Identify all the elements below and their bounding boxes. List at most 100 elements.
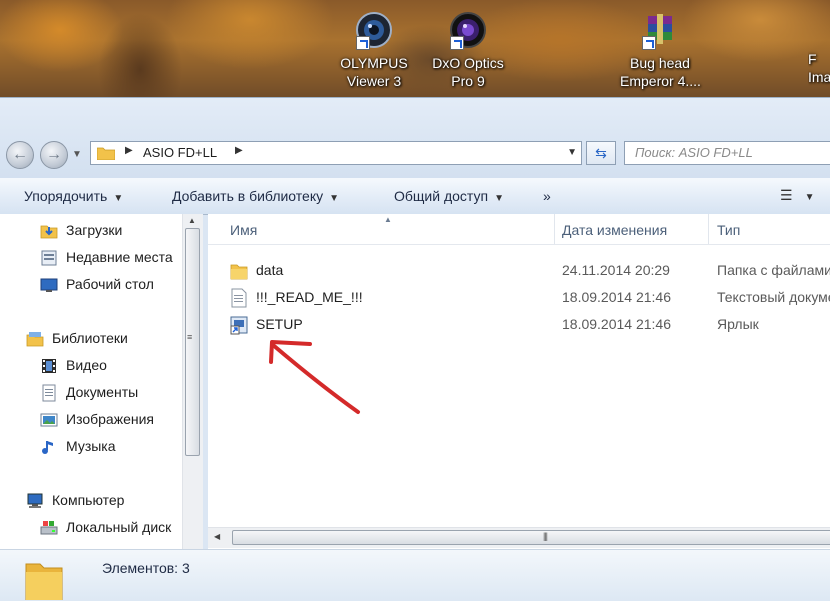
- desktop-icon-label-line2: Ima: [808, 69, 830, 85]
- file-type: Ярлык: [717, 316, 759, 332]
- desktop-icon-bughead[interactable]: Bug head Emperor 4....: [620, 10, 701, 90]
- add-to-library-button[interactable]: Добавить в библиотеку ▼: [172, 188, 339, 204]
- nav-item-documents[interactable]: Документы: [0, 382, 190, 404]
- desktop-icon-label-line1: DxO Optics: [432, 55, 504, 71]
- desktop-icon: [40, 278, 58, 292]
- file-type: Текстовый документ: [717, 289, 830, 305]
- address-history-dropdown-icon[interactable]: ▼: [567, 147, 577, 158]
- folder-icon: [97, 147, 115, 160]
- local-disk-icon: [40, 521, 58, 535]
- file-date: 18.09.2014 21:46: [562, 289, 671, 305]
- nav-item-downloads[interactable]: Загрузки: [0, 220, 190, 242]
- chevron-down-icon: ▼: [329, 193, 340, 204]
- chevron-down-icon: ▼: [113, 193, 124, 204]
- nav-item-label: Музыка: [66, 438, 116, 454]
- column-header-type[interactable]: Тип: [717, 222, 740, 238]
- back-arrow-icon: ←: [12, 146, 28, 163]
- file-list-horizontal-scrollbar[interactable]: ◀ |||: [208, 527, 830, 548]
- refresh-icon: ⇆: [595, 145, 607, 161]
- more-commands-icon: »: [543, 188, 551, 204]
- column-divider[interactable]: [708, 214, 709, 244]
- winrar-archive-icon: [640, 10, 680, 50]
- nav-item-computer[interactable]: Компьютер: [0, 490, 190, 512]
- scrollbar-grip-icon: ≡: [187, 332, 193, 342]
- column-header-date[interactable]: Дата изменения: [562, 222, 667, 238]
- refresh-button[interactable]: ⇆: [586, 141, 616, 165]
- nav-item-desktop[interactable]: Рабочий стол: [0, 274, 190, 296]
- view-details-icon: ☰: [780, 187, 793, 203]
- nav-item-music[interactable]: Музыка: [0, 436, 190, 458]
- nav-item-local-disk[interactable]: Локальный диск: [0, 517, 190, 539]
- desktop-icon-label-line2: Viewer 3: [346, 73, 402, 89]
- dxo-optics-icon: [448, 10, 488, 50]
- file-date: 18.09.2014 21:46: [562, 316, 671, 332]
- file-name: data: [256, 262, 284, 278]
- breadcrumb-current-folder[interactable]: ASIO FD+LL: [143, 145, 217, 160]
- navigation-pane-scrollbar[interactable]: ▲ ≡: [182, 214, 203, 549]
- organize-label: Упорядочить: [24, 188, 108, 204]
- folder-icon: [25, 563, 63, 600]
- status-bar: Элементов: 3: [0, 549, 830, 601]
- documents-icon: [42, 384, 56, 402]
- nav-item-label: Изображения: [66, 411, 154, 427]
- desktop-icon-label-line2: Emperor 4....: [620, 73, 701, 89]
- share-button[interactable]: Общий доступ ▼: [394, 188, 504, 204]
- file-row-data[interactable]: data 24.11.2014 20:29 Папка с файлами: [208, 257, 830, 284]
- forward-button[interactable]: →: [40, 141, 68, 169]
- desktop-icon-partial[interactable]: F Ima: [808, 10, 830, 86]
- command-toolbar: Упорядочить ▼ Добавить в библиотеку ▼ Общи…: [0, 178, 830, 215]
- file-date: 24.11.2014 20:29: [562, 262, 670, 278]
- desktop-icon-label-line1: OLYMPUS: [340, 55, 408, 71]
- item-count: Элементов: 3: [102, 560, 190, 576]
- breadcrumb-separator-icon[interactable]: ▶: [235, 145, 243, 156]
- desktop-icon-olympus[interactable]: OLYMPUS Viewer 3: [334, 10, 414, 90]
- text-file-icon: [231, 288, 247, 308]
- organize-button[interactable]: Упорядочить ▼: [24, 188, 123, 204]
- address-bar[interactable]: ▶ ASIO FD+LL ▶ ▼: [90, 141, 582, 165]
- folder-icon: [230, 264, 248, 280]
- column-divider[interactable]: [554, 214, 555, 244]
- file-row-readme[interactable]: !!!_READ_ME_!!! 18.09.2014 21:46 Текстов…: [208, 284, 830, 311]
- back-button[interactable]: ←: [6, 141, 34, 169]
- navigation-bar: ← → ▼ ▶ ASIO FD+LL ▶ ▼ ⇆ Поиск: ASIO FD+…: [0, 98, 830, 178]
- breadcrumb-separator-icon[interactable]: ▶: [125, 145, 133, 156]
- scrollbar-thumb[interactable]: [232, 530, 830, 545]
- search-input[interactable]: Поиск: ASIO FD+LL: [624, 141, 830, 165]
- scrollbar-grip-icon: |||: [543, 531, 548, 541]
- desktop-icon-dxo[interactable]: DxO Optics Pro 9: [428, 10, 508, 90]
- file-name: SETUP: [256, 316, 303, 332]
- nav-item-label: Рабочий стол: [66, 276, 154, 292]
- nav-item-label: Загрузки: [66, 222, 123, 238]
- recent-pages-dropdown[interactable]: ▼: [72, 148, 84, 162]
- nav-item-video[interactable]: Видео: [0, 355, 190, 377]
- file-type: Папка с файлами: [717, 262, 830, 278]
- column-header-name[interactable]: Имя: [230, 222, 257, 238]
- nav-item-recent-places[interactable]: Недавние места: [0, 247, 190, 269]
- file-list: ▲ Имя Дата изменения Тип data 24.11.2014…: [208, 214, 830, 549]
- sort-ascending-icon: ▲: [384, 215, 392, 224]
- more-commands-button[interactable]: »: [543, 188, 551, 204]
- share-label: Общий доступ: [394, 188, 489, 204]
- nav-item-label: Компьютер: [52, 492, 125, 508]
- nav-item-pictures[interactable]: Изображения: [0, 409, 190, 431]
- column-header-row: ▲ Имя Дата изменения Тип: [208, 214, 830, 245]
- shortcut-icon: [230, 316, 248, 335]
- chevron-down-icon: ▼: [72, 149, 82, 160]
- pictures-icon: [40, 413, 58, 427]
- partial-app-icon: [808, 10, 830, 50]
- nav-item-libraries[interactable]: Библиотеки: [0, 328, 190, 350]
- search-placeholder: Поиск: ASIO FD+LL: [635, 145, 753, 160]
- downloads-folder-icon: [40, 225, 58, 239]
- scroll-up-icon[interactable]: ▲: [188, 216, 196, 225]
- add-to-library-label: Добавить в библиотеку: [172, 188, 324, 204]
- nav-item-label: Локальный диск: [66, 519, 172, 535]
- desktop-icon-label-line1: Bug head: [630, 55, 690, 71]
- scroll-left-icon[interactable]: ◀: [214, 532, 220, 541]
- scrollbar-thumb[interactable]: [185, 228, 200, 456]
- file-row-setup[interactable]: SETUP 18.09.2014 21:46 Ярлык: [208, 311, 830, 338]
- computer-icon: [27, 493, 43, 508]
- desktop-icon-label-line1: F: [808, 51, 817, 67]
- chevron-down-icon: ▼: [804, 192, 815, 203]
- change-view-button[interactable]: ☰ ▼: [780, 187, 814, 204]
- navigation-pane: Загрузки Недавние места Рабочий стол Биб…: [0, 214, 202, 549]
